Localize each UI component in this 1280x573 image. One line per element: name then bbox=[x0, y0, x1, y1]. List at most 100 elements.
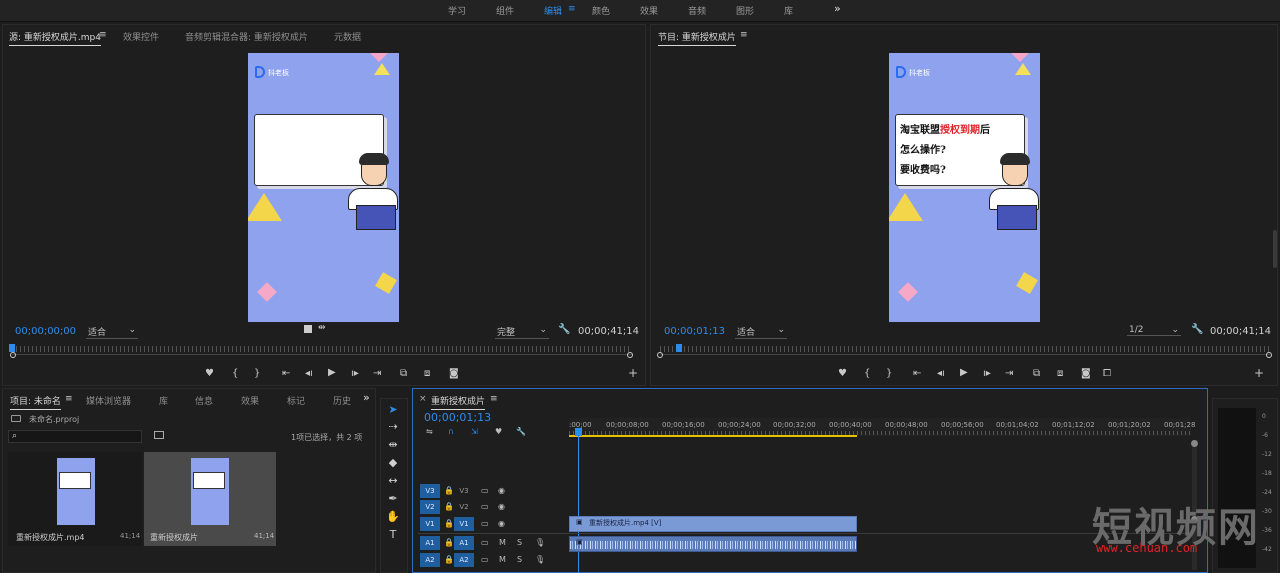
sync-lock-icon[interactable]: ▭ bbox=[481, 486, 489, 495]
source-menu-icon[interactable]: ≡ bbox=[99, 30, 107, 40]
source-scrub-bar[interactable] bbox=[12, 354, 632, 355]
mark-out-icon[interactable]: } bbox=[886, 368, 892, 379]
workspace-tab-effects[interactable]: 效果 bbox=[640, 4, 658, 17]
insert-icon[interactable]: ⧉ bbox=[400, 368, 407, 379]
solo-button[interactable]: S bbox=[517, 555, 522, 564]
scroll-handle-top[interactable] bbox=[1191, 440, 1198, 447]
tab-metadata[interactable]: 元数据 bbox=[334, 30, 361, 43]
type-tool-icon[interactable]: T bbox=[386, 528, 400, 541]
workspace-more-icon[interactable]: » bbox=[834, 2, 841, 15]
source-playhead[interactable] bbox=[9, 344, 15, 352]
step-back-icon[interactable]: ◂ı bbox=[937, 368, 945, 379]
mark-in-icon[interactable]: { bbox=[232, 368, 238, 379]
snap-icon[interactable]: ∩ bbox=[448, 427, 454, 436]
source-fit-dropdown[interactable]: 适合 ⌄ bbox=[86, 325, 138, 339]
tab-history[interactable]: 历史 bbox=[333, 394, 351, 407]
eye-icon[interactable]: ◉ bbox=[498, 486, 505, 495]
export-frame-icon[interactable]: ◙ bbox=[449, 368, 459, 379]
settings-icon[interactable] bbox=[304, 325, 312, 333]
sync-lock-icon[interactable]: ▭ bbox=[481, 538, 489, 547]
nest-icon[interactable]: ⇋ bbox=[426, 427, 433, 436]
microphone-icon[interactable]: 🎙 bbox=[535, 555, 545, 564]
program-in-handle[interactable] bbox=[657, 352, 663, 358]
lock-icon[interactable]: 🔒 bbox=[444, 486, 454, 495]
step-back-icon[interactable]: ◂ı bbox=[305, 368, 313, 379]
source-timecode[interactable]: 00;00;00;00 bbox=[15, 326, 76, 337]
timeline-settings-icon[interactable]: 🔧 bbox=[516, 427, 526, 436]
lock-icon[interactable]: 🔒 bbox=[444, 519, 454, 528]
find-bin-icon[interactable] bbox=[154, 431, 164, 439]
track-select-tool-icon[interactable]: ⇢ bbox=[386, 420, 400, 433]
lock-icon[interactable]: 🔒 bbox=[444, 538, 454, 547]
program-playhead[interactable] bbox=[676, 344, 682, 352]
program-quality-dropdown[interactable]: 1/2 ⌄ bbox=[1127, 325, 1181, 336]
go-to-out-icon[interactable]: ⇥ bbox=[373, 368, 381, 379]
sync-lock-icon[interactable]: ▭ bbox=[481, 519, 489, 528]
track-target-v2[interactable]: V2 bbox=[454, 500, 474, 514]
extract-icon[interactable]: ⧈ bbox=[1057, 368, 1063, 379]
tab-project[interactable]: 项目: 未命名 bbox=[10, 394, 61, 410]
step-forward-icon[interactable]: ı▸ bbox=[983, 368, 991, 379]
track-target-v3[interactable]: V3 bbox=[454, 484, 474, 498]
mute-button[interactable]: M bbox=[499, 555, 506, 564]
program-timecode[interactable]: 00;00;01;13 bbox=[664, 326, 725, 337]
lock-icon[interactable]: 🔒 bbox=[444, 555, 454, 564]
add-marker-icon[interactable]: ♥ bbox=[205, 368, 214, 379]
workspace-tab-color[interactable]: 颜色 bbox=[592, 4, 610, 17]
sync-lock-icon[interactable]: ▭ bbox=[481, 502, 489, 511]
go-to-in-icon[interactable]: ⇤ bbox=[282, 368, 290, 379]
tab-source[interactable]: 源: 重新授权成片.mp4 bbox=[9, 30, 101, 46]
go-to-in-icon[interactable]: ⇤ bbox=[913, 368, 921, 379]
source-patch-v2[interactable]: V2 bbox=[420, 500, 440, 514]
button-editor-icon[interactable]: + bbox=[1254, 366, 1264, 380]
project-more-icon[interactable]: » bbox=[363, 391, 370, 404]
hand-tool-icon[interactable]: ✋ bbox=[386, 510, 400, 523]
wrench-icon[interactable]: 🔧 bbox=[1191, 324, 1203, 335]
tab-audio-clip-mixer[interactable]: 音频剪辑混合器: 重新授权成片 bbox=[185, 30, 308, 43]
track-target-a2[interactable]: A2 bbox=[454, 553, 474, 567]
go-to-out-icon[interactable]: ⇥ bbox=[1005, 368, 1013, 379]
video-clip[interactable]: ▣ 重新授权成片.mp4 [V] bbox=[569, 516, 857, 532]
source-patch-v1[interactable]: V1 bbox=[420, 517, 440, 531]
linked-selection-icon[interactable]: ⇲ bbox=[471, 427, 478, 436]
overwrite-icon[interactable]: ⧈ bbox=[424, 368, 430, 379]
tab-sequence[interactable]: 重新授权成片 bbox=[431, 394, 486, 410]
timeline-menu-icon[interactable]: ≡ bbox=[490, 394, 498, 404]
tab-effect-controls[interactable]: 效果控件 bbox=[123, 30, 159, 43]
tab-info[interactable]: 信息 bbox=[195, 394, 213, 407]
razor-tool-icon[interactable]: ◆ bbox=[386, 456, 400, 469]
source-quality-dropdown[interactable]: 完整 ⌄ bbox=[495, 325, 549, 339]
source-patch-a2[interactable]: A2 bbox=[420, 553, 440, 567]
tab-effects[interactable]: 效果 bbox=[241, 394, 259, 407]
program-fit-dropdown[interactable]: 适合 ⌄ bbox=[735, 325, 787, 339]
play-icon[interactable]: ▶ bbox=[328, 367, 336, 378]
timeline-timecode[interactable]: 00;00;01;13 bbox=[424, 411, 491, 424]
drag-video-icon[interactable]: ⇹ bbox=[318, 323, 326, 333]
tab-libraries[interactable]: 库 bbox=[159, 394, 168, 407]
project-search-input[interactable]: ⌕ bbox=[8, 430, 142, 443]
lock-icon[interactable]: 🔒 bbox=[444, 502, 454, 511]
track-target-a1[interactable]: A1 bbox=[454, 536, 474, 550]
slip-tool-icon[interactable]: ↔ bbox=[386, 474, 400, 487]
microphone-icon[interactable]: 🎙 bbox=[535, 538, 545, 547]
program-time-ruler[interactable] bbox=[660, 346, 1270, 352]
tab-program[interactable]: 节目: 重新授权成片 bbox=[658, 30, 736, 46]
sync-lock-icon[interactable]: ▭ bbox=[481, 555, 489, 564]
timeline-playhead[interactable] bbox=[575, 428, 582, 436]
workspace-tab-audio[interactable]: 音频 bbox=[688, 4, 706, 17]
workspace-tab-assembly[interactable]: 组件 bbox=[496, 4, 514, 17]
eye-icon[interactable]: ◉ bbox=[498, 519, 505, 528]
eye-icon[interactable]: ◉ bbox=[498, 502, 505, 511]
source-patch-a1[interactable]: A1 bbox=[420, 536, 440, 550]
play-icon[interactable]: ▶ bbox=[960, 367, 968, 378]
mark-in-icon[interactable]: { bbox=[864, 368, 870, 379]
selection-tool-icon[interactable]: ➤ bbox=[386, 403, 400, 416]
source-out-handle[interactable] bbox=[627, 352, 633, 358]
program-out-handle[interactable] bbox=[1266, 352, 1272, 358]
add-marker-icon[interactable]: ♥ bbox=[495, 427, 502, 436]
comparison-view-icon[interactable]: ⧠ bbox=[1103, 368, 1111, 379]
program-scrollbar[interactable] bbox=[1273, 230, 1277, 268]
lift-icon[interactable]: ⧉ bbox=[1033, 368, 1040, 379]
source-in-handle[interactable] bbox=[10, 352, 16, 358]
project-menu-icon[interactable]: ≡ bbox=[65, 394, 73, 404]
